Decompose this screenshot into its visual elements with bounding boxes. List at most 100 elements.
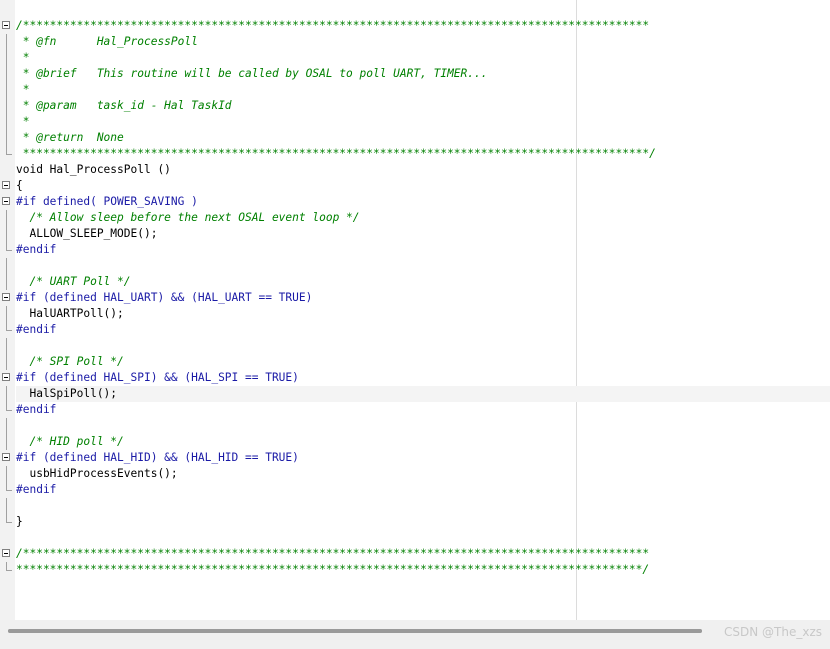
fold-margin[interactable]: [0, 0, 15, 620]
code-line[interactable]: #endif: [6, 322, 830, 338]
fold-line-icon: [6, 114, 7, 130]
code-text: ****************************************…: [16, 147, 656, 160]
code-text: HalSpiPoll();: [16, 387, 118, 400]
code-text: #endif: [16, 483, 57, 496]
fold-line-icon: [6, 34, 7, 50]
code-line[interactable]: #if defined( POWER_SAVING ): [2, 194, 830, 210]
code-editor[interactable]: /***************************************…: [0, 0, 830, 620]
code-line[interactable]: [16, 530, 830, 546]
code-line[interactable]: * @param task_id - Hal TaskId: [6, 98, 830, 114]
code-line[interactable]: /* UART Poll */: [6, 274, 830, 290]
code-text: /***************************************…: [16, 547, 650, 560]
code-text: #if (defined HAL_UART) && (HAL_UART == T…: [16, 291, 313, 304]
fold-collapse-icon[interactable]: [2, 181, 10, 189]
code-text: usbHidProcessEvents();: [16, 467, 178, 480]
code-text: #if (defined HAL_HID) && (HAL_HID == TRU…: [16, 451, 299, 464]
code-line[interactable]: #endif: [6, 242, 830, 258]
fold-end-icon: [6, 514, 12, 523]
code-text: /* SPI Poll */: [16, 355, 124, 368]
code-line[interactable]: * @fn Hal_ProcessPoll: [6, 34, 830, 50]
code-line[interactable]: #endif: [6, 482, 830, 498]
fold-line-icon: [6, 274, 7, 290]
code-text: *: [16, 51, 30, 64]
fold-line-icon: [6, 418, 7, 434]
code-line[interactable]: /* SPI Poll */: [6, 354, 830, 370]
code-line[interactable]: *: [6, 114, 830, 130]
code-line[interactable]: }: [6, 514, 830, 530]
code-text: *: [16, 115, 30, 128]
fold-collapse-icon[interactable]: [2, 293, 10, 301]
fold-line-icon: [6, 82, 7, 98]
code-line[interactable]: #if (defined HAL_HID) && (HAL_HID == TRU…: [2, 450, 830, 466]
code-text: ****************************************…: [16, 563, 650, 576]
code-line[interactable]: [6, 418, 830, 434]
code-text: void Hal_ProcessPoll (): [16, 163, 171, 176]
code-text: #if defined( POWER_SAVING ): [16, 195, 198, 208]
code-line[interactable]: ALLOW_SLEEP_MODE();: [6, 226, 830, 242]
code-line[interactable]: ****************************************…: [6, 146, 830, 162]
fold-line-icon: [6, 98, 7, 114]
fold-line-icon: [6, 338, 7, 354]
code-text: * @param task_id - Hal TaskId: [16, 99, 232, 112]
code-line[interactable]: HalUARTPoll();: [6, 306, 830, 322]
code-text: /* Allow sleep before the next OSAL even…: [16, 211, 360, 224]
code-text: {: [16, 179, 23, 192]
code-line[interactable]: /* Allow sleep before the next OSAL even…: [6, 210, 830, 226]
code-text: HalUARTPoll();: [16, 307, 124, 320]
code-text: #endif: [16, 403, 57, 416]
code-line[interactable]: #endif: [6, 402, 830, 418]
code-line[interactable]: * @return None: [6, 130, 830, 146]
code-line[interactable]: * @brief This routine will be called by …: [6, 66, 830, 82]
fold-line-icon: [6, 434, 7, 450]
fold-end-icon: [6, 242, 12, 251]
code-text: #endif: [16, 323, 57, 336]
fold-line-icon: [6, 226, 7, 242]
code-lines[interactable]: /***************************************…: [2, 18, 830, 578]
fold-line-icon: [6, 130, 7, 146]
code-line[interactable]: ****************************************…: [6, 562, 830, 578]
fold-collapse-icon[interactable]: [2, 549, 10, 557]
fold-end-icon: [6, 402, 12, 411]
fold-collapse-icon[interactable]: [2, 373, 10, 381]
fold-line-icon: [6, 354, 7, 370]
code-line[interactable]: #if (defined HAL_UART) && (HAL_UART == T…: [2, 290, 830, 306]
scrollbar-thumb[interactable]: [8, 629, 702, 633]
fold-collapse-icon[interactable]: [2, 453, 10, 461]
code-text: #endif: [16, 243, 57, 256]
fold-line-icon: [6, 50, 7, 66]
fold-line-icon: [6, 258, 7, 274]
code-text: * @fn Hal_ProcessPoll: [16, 35, 198, 48]
code-line[interactable]: usbHidProcessEvents();: [6, 466, 830, 482]
code-text: /* UART Poll */: [16, 275, 131, 288]
code-text: }: [16, 515, 23, 528]
fold-end-icon: [6, 482, 12, 491]
code-line[interactable]: /***************************************…: [2, 18, 830, 34]
code-line[interactable]: [6, 258, 830, 274]
fold-line-icon: [6, 210, 7, 226]
fold-line-icon: [6, 306, 7, 322]
code-line[interactable]: *: [6, 50, 830, 66]
code-text: ALLOW_SLEEP_MODE();: [16, 227, 158, 240]
fold-line-icon: [6, 66, 7, 82]
fold-collapse-icon[interactable]: [2, 197, 10, 205]
fold-line-icon: [6, 498, 7, 514]
fold-line-icon: [6, 466, 7, 482]
code-line[interactable]: [6, 338, 830, 354]
code-line[interactable]: {: [2, 178, 830, 194]
code-line[interactable]: /***************************************…: [2, 546, 830, 562]
code-line[interactable]: [6, 498, 830, 514]
watermark: CSDN @The_xzs: [724, 625, 822, 639]
code-text: /* HID poll */: [16, 435, 124, 448]
code-line[interactable]: #if (defined HAL_SPI) && (HAL_SPI == TRU…: [2, 370, 830, 386]
fold-line-icon: [6, 386, 7, 402]
fold-collapse-icon[interactable]: [2, 21, 10, 29]
code-line[interactable]: *: [6, 82, 830, 98]
fold-end-icon: [6, 322, 12, 331]
code-line[interactable]: void Hal_ProcessPoll (): [16, 162, 830, 178]
horizontal-scrollbar[interactable]: [0, 620, 830, 649]
code-text: /***************************************…: [16, 19, 650, 32]
code-text: *: [16, 83, 30, 96]
code-line[interactable]: HalSpiPoll();: [6, 386, 830, 402]
code-line[interactable]: /* HID poll */: [6, 434, 830, 450]
code-text: #if (defined HAL_SPI) && (HAL_SPI == TRU…: [16, 371, 299, 384]
